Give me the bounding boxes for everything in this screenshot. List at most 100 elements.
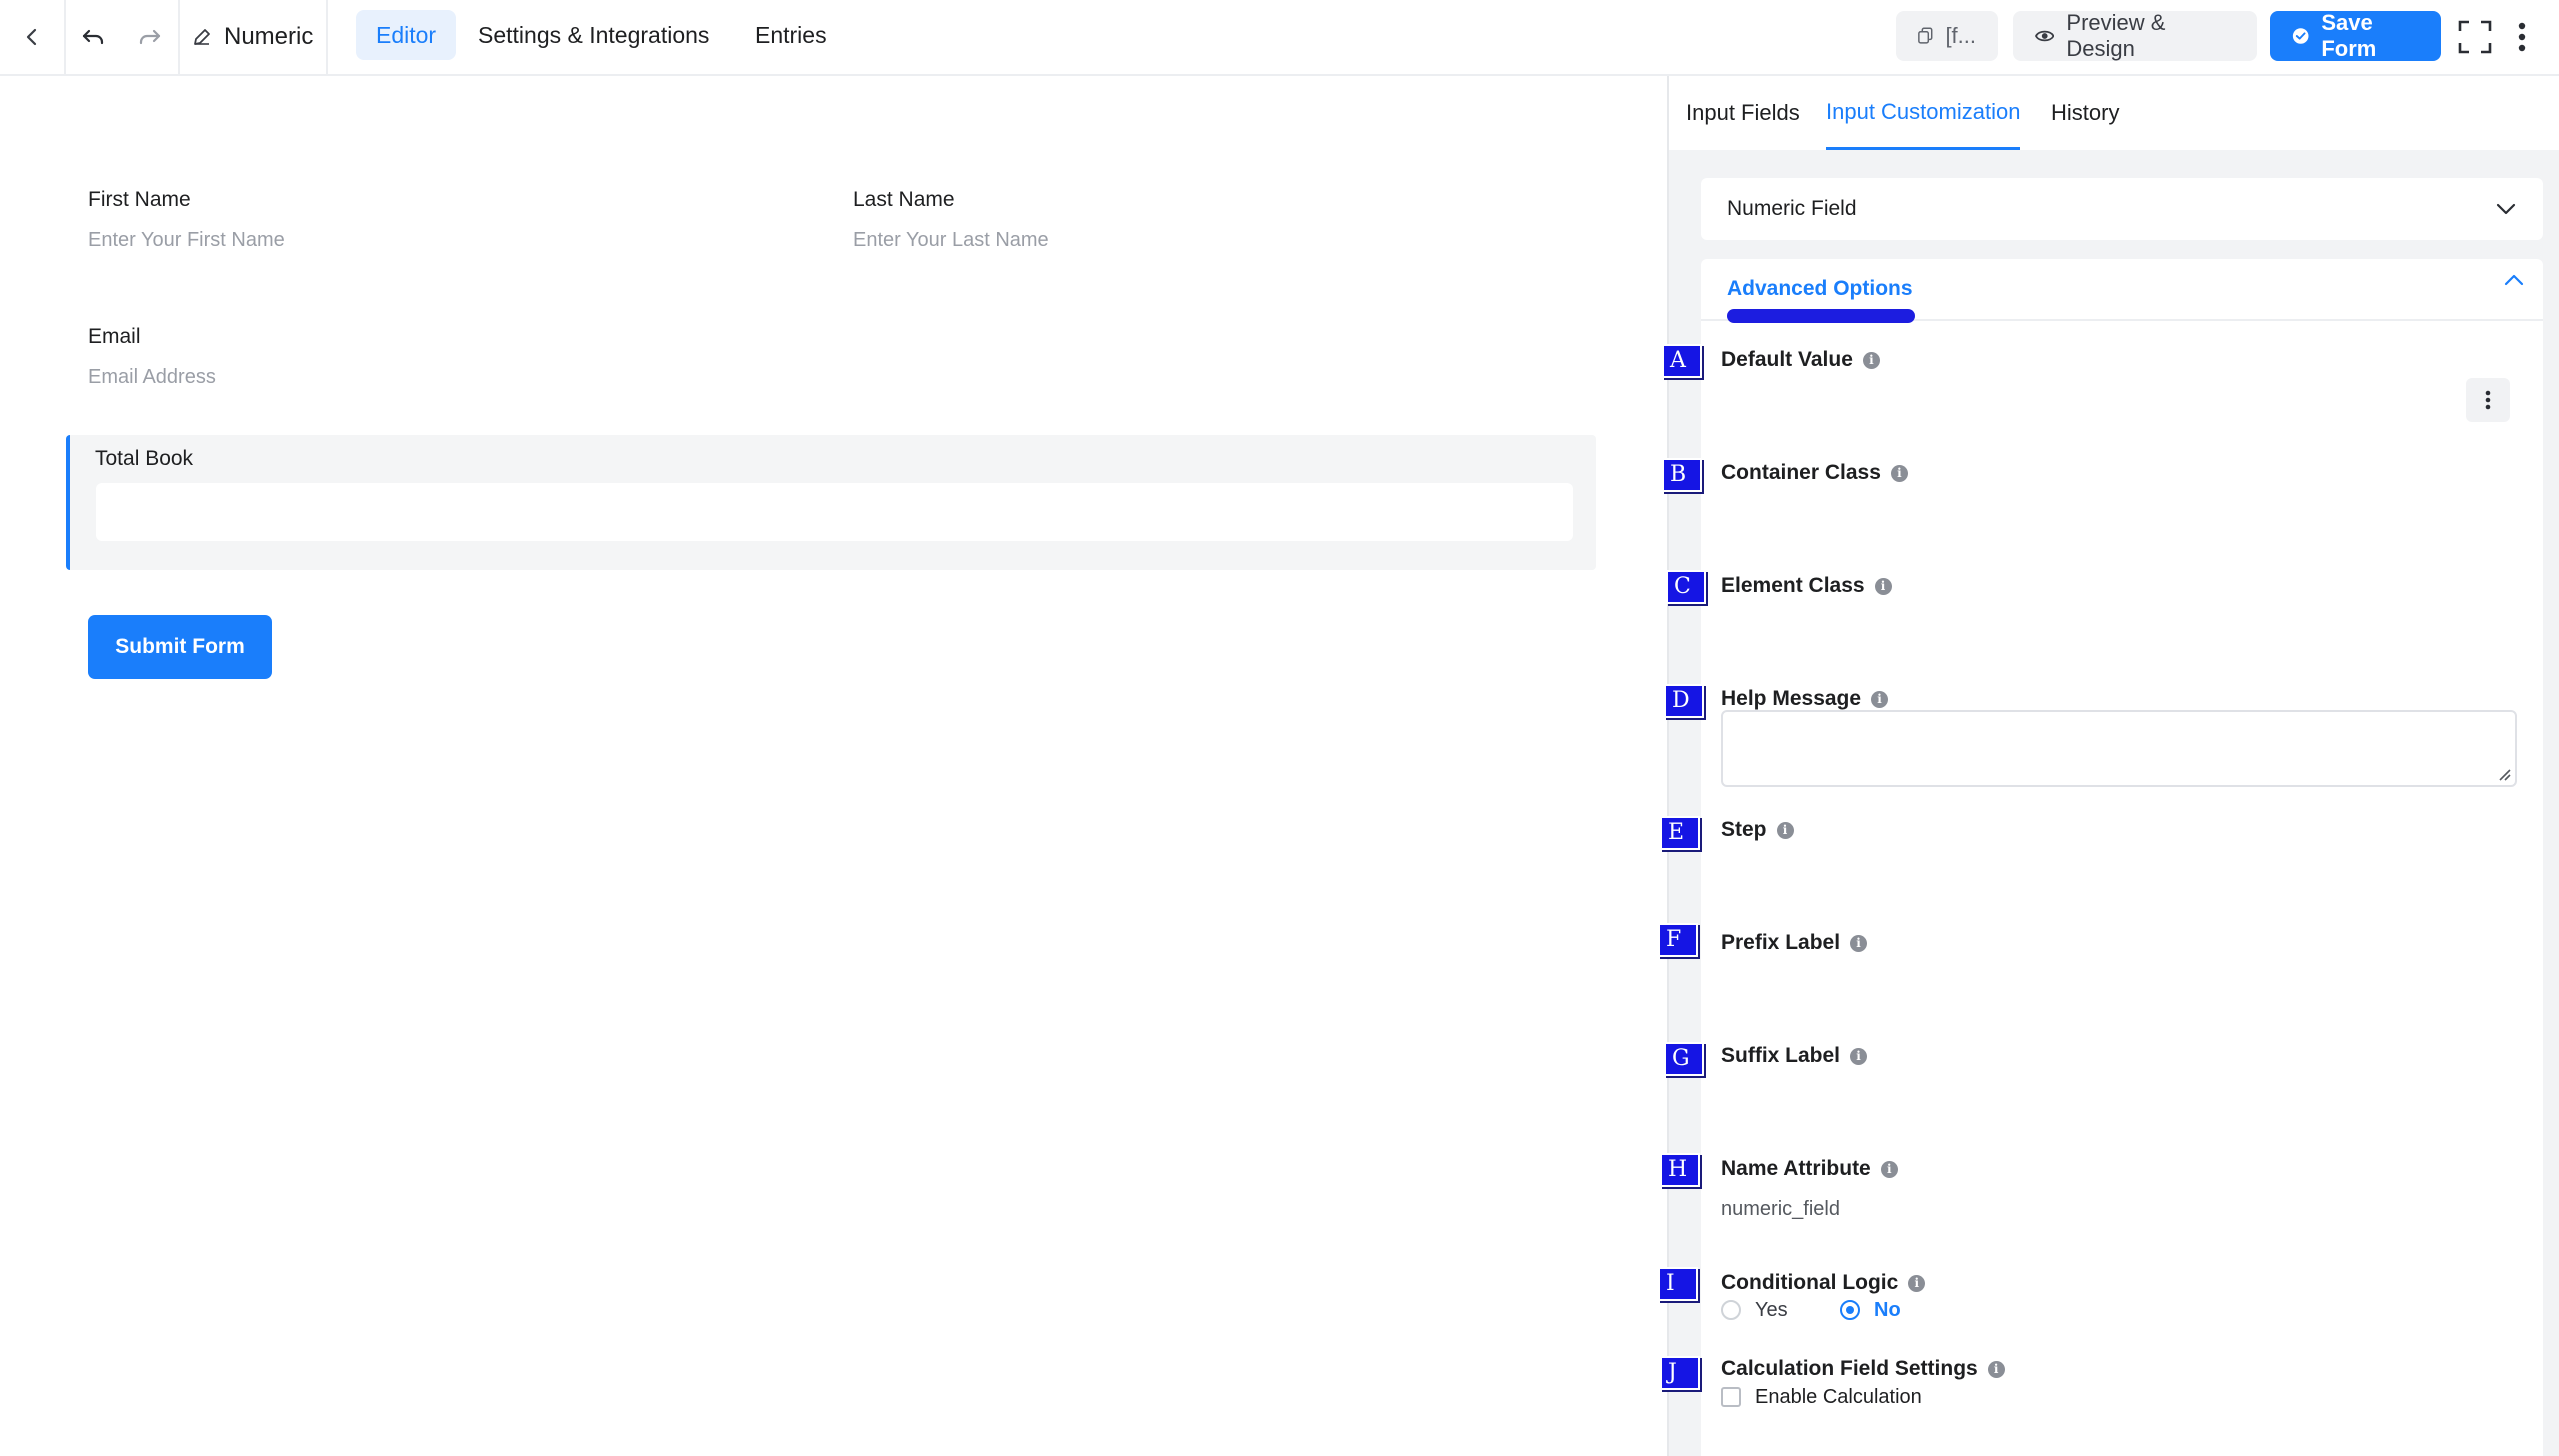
check-circle-icon — [2292, 28, 2309, 44]
annotation-marker: A — [1662, 344, 1702, 378]
annotation-marker: H — [1660, 1153, 1700, 1187]
option-suffix-label: Suffix Label i — [1721, 1036, 1868, 1076]
annotation-marker: I — [1658, 1267, 1698, 1301]
last-name-field[interactable]: Enter Your Last Name — [853, 229, 1049, 252]
option-default-value: Default Value i — [1721, 340, 1880, 380]
fullscreen-icon — [2458, 20, 2492, 54]
back-button[interactable] — [0, 0, 64, 74]
tab-editor[interactable]: Editor — [356, 10, 457, 60]
undo-icon — [82, 29, 104, 45]
option-label: Calculation Field Settings — [1721, 1357, 1978, 1380]
conditional-yes-option[interactable]: Yes — [1721, 1296, 1788, 1324]
tab-input-customization[interactable]: Input Customization — [1826, 76, 2021, 150]
advanced-options-header[interactable]: Advanced Options — [1701, 259, 2543, 323]
last-name-label: Last Name — [853, 188, 955, 211]
first-name-label: First Name — [88, 188, 191, 211]
info-icon[interactable]: i — [1871, 690, 1889, 708]
option-container-class: Container Class i — [1721, 453, 1908, 493]
name-attribute-value[interactable]: numeric_field — [1721, 1198, 1840, 1221]
info-icon[interactable]: i — [1987, 1360, 2005, 1378]
info-icon[interactable]: i — [1862, 351, 1880, 369]
chevron-up-icon — [2504, 274, 2524, 286]
option-label: Default Value — [1721, 348, 1853, 371]
form-canvas: First Name Enter Your First Name Last Na… — [0, 76, 1667, 1456]
shortcode-button[interactable]: [f... — [1896, 11, 1998, 61]
first-name-field[interactable]: Enter Your First Name — [88, 229, 285, 252]
undo-button[interactable] — [66, 0, 120, 74]
annotation-marker: E — [1660, 816, 1700, 850]
tab-history[interactable]: History — [2051, 76, 2119, 150]
save-form-button[interactable]: Save Form — [2270, 10, 2441, 61]
advanced-options-title: Advanced Options — [1727, 277, 1913, 300]
option-label: Container Class — [1721, 461, 1881, 484]
option-label: Prefix Label — [1721, 931, 1841, 954]
option-label: Suffix Label — [1721, 1044, 1841, 1067]
annotation-marker: J — [1660, 1356, 1700, 1390]
radio-no-label: No — [1874, 1298, 1901, 1321]
option-prefix-label: Prefix Label i — [1721, 923, 1868, 963]
panel-tabs: Input Fields Input Customization History — [1669, 76, 2559, 150]
info-icon[interactable]: i — [1874, 577, 1892, 595]
field-type-dropdown[interactable]: Numeric Field — [1701, 178, 2543, 240]
form-title[interactable]: Numeric — [192, 0, 313, 74]
resize-grip-icon[interactable] — [2497, 767, 2511, 781]
option-label: Name Attribute — [1721, 1157, 1871, 1180]
option-step: Step i — [1721, 810, 1794, 850]
info-icon[interactable]: i — [1880, 1160, 1898, 1178]
eye-icon — [2035, 30, 2055, 42]
radio-no[interactable] — [1840, 1300, 1860, 1320]
total-book-input[interactable] — [96, 483, 1573, 541]
info-icon[interactable]: i — [1776, 821, 1794, 839]
radio-yes[interactable] — [1721, 1300, 1741, 1320]
redo-button[interactable] — [122, 0, 178, 74]
vertical-dots-icon — [2518, 22, 2526, 52]
fullscreen-button[interactable] — [2455, 0, 2495, 74]
radio-yes-label: Yes — [1755, 1298, 1788, 1321]
default-value-options-button[interactable] — [2466, 378, 2510, 422]
enable-calculation-checkbox[interactable] — [1721, 1387, 1741, 1407]
option-label: Step — [1721, 818, 1767, 841]
info-icon[interactable]: i — [1850, 934, 1868, 952]
enable-calculation-option[interactable]: Enable Calculation — [1721, 1383, 1922, 1411]
submit-form-button[interactable]: Submit Form — [88, 615, 272, 679]
email-label: Email — [88, 325, 141, 348]
annotation-marker: B — [1662, 458, 1702, 492]
redo-icon — [139, 29, 161, 45]
chevron-down-icon — [2496, 203, 2516, 215]
option-name-attribute: Name Attribute i — [1721, 1149, 1898, 1189]
info-icon[interactable]: i — [1908, 1274, 1926, 1292]
more-options-button[interactable] — [2504, 0, 2540, 74]
preview-design-label: Preview & Design — [2066, 10, 2166, 61]
tab-settings-integrations[interactable]: Settings & Integrations — [458, 10, 729, 60]
chevron-left-icon — [26, 28, 37, 46]
divider — [326, 0, 328, 74]
info-icon[interactable]: i — [1890, 464, 1908, 482]
shortcode-text: [f... — [1945, 23, 1976, 48]
total-book-field-wrapper[interactable]: Total Book — [66, 435, 1596, 570]
info-icon[interactable]: i — [1850, 1047, 1868, 1065]
copy-icon — [1918, 27, 1933, 44]
pencil-icon — [194, 29, 210, 45]
email-field[interactable]: Email Address — [88, 366, 216, 389]
save-form-label: Save Form — [2321, 10, 2377, 61]
tab-input-fields[interactable]: Input Fields — [1686, 76, 1800, 150]
tab-entries[interactable]: Entries — [735, 10, 847, 60]
option-label: Help Message — [1721, 687, 1862, 710]
preview-design-button[interactable]: Preview & Design — [2013, 10, 2257, 61]
annotation-marker: G — [1664, 1042, 1704, 1076]
help-message-textarea[interactable] — [1721, 710, 2517, 787]
vertical-dots-icon — [2485, 390, 2491, 410]
option-label: Element Class — [1721, 574, 1865, 597]
top-bar: Numeric Editor Settings & Integrations E… — [0, 0, 2559, 76]
highlight-underline — [1727, 309, 1915, 323]
field-type-value: Numeric Field — [1727, 197, 1857, 220]
divider — [178, 0, 180, 74]
conditional-no-option[interactable]: No — [1840, 1296, 1901, 1324]
annotation-marker: D — [1664, 684, 1704, 718]
form-title-text: Numeric — [224, 23, 314, 50]
enable-calculation-label: Enable Calculation — [1755, 1385, 1922, 1408]
annotation-marker: F — [1658, 923, 1698, 957]
option-element-class: Element Class i — [1721, 566, 1892, 606]
annotation-marker: C — [1666, 570, 1706, 604]
option-label: Conditional Logic — [1721, 1271, 1899, 1294]
